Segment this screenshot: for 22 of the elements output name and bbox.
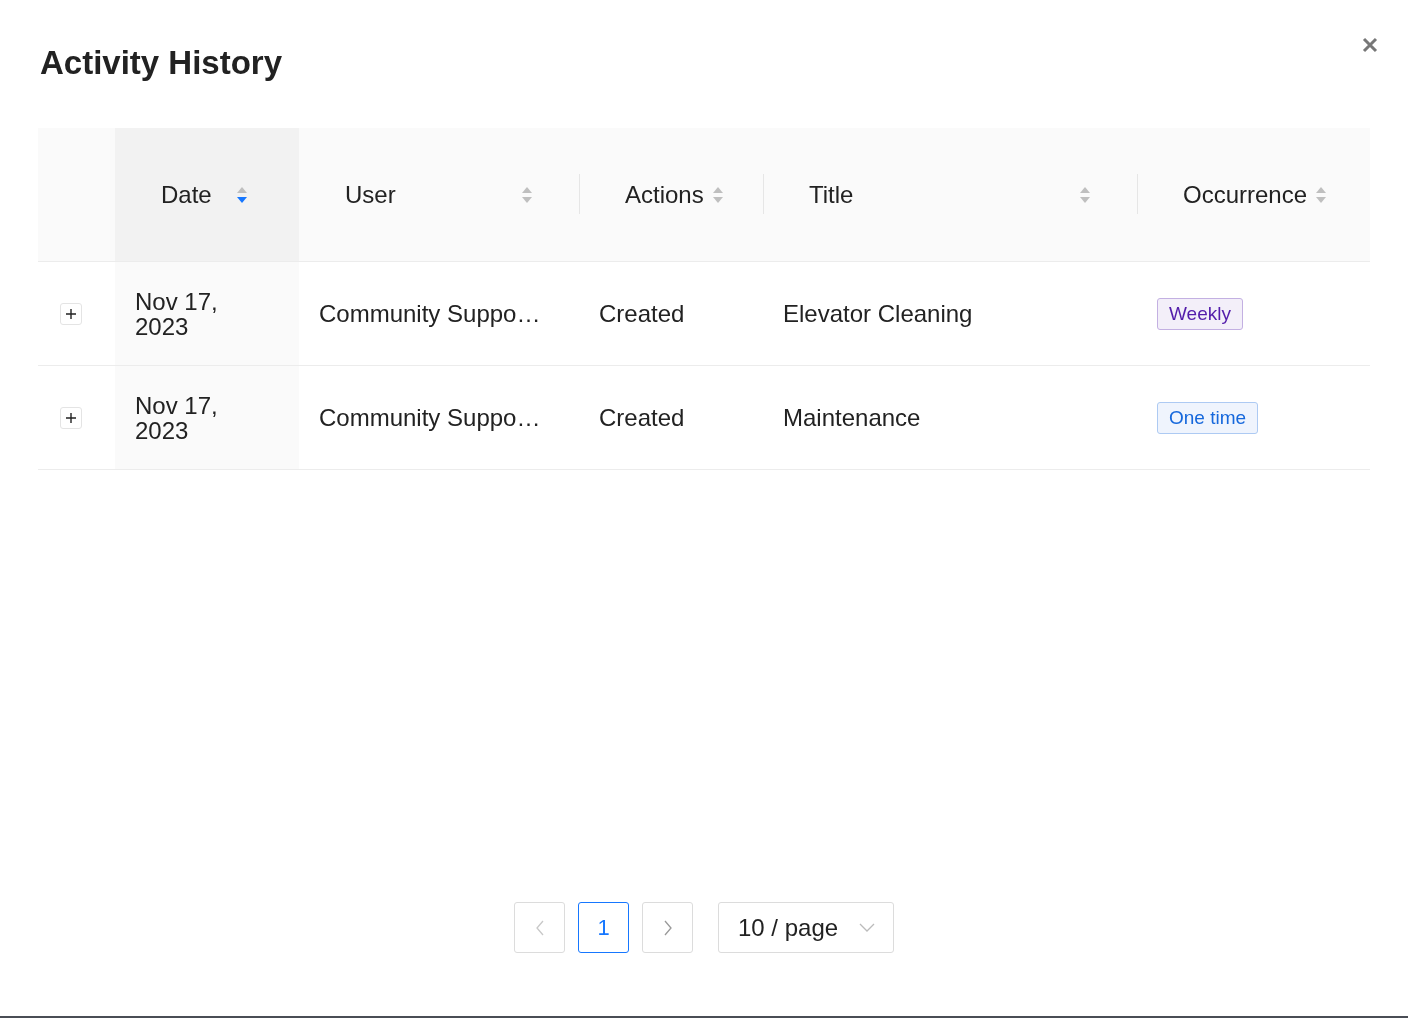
close-button[interactable] — [1362, 37, 1378, 53]
table-cell-text: Nov 17, 2023 — [135, 288, 219, 339]
table-cell: Maintenance — [783, 403, 921, 431]
occurrence-tag: One time — [1157, 401, 1259, 434]
chevron-left-icon — [534, 919, 545, 936]
expand-button[interactable] — [60, 406, 82, 429]
dialog-title: Activity History — [40, 44, 283, 82]
chevron-right-icon — [662, 919, 673, 936]
page-size-select[interactable]: 10 / page — [718, 902, 894, 953]
occurrence-tag: Weekly — [1157, 297, 1243, 330]
expand-button[interactable] — [60, 302, 82, 325]
table-cell: Community Suppo… — [319, 403, 541, 431]
table-cell: Community Suppo… — [319, 299, 541, 327]
table-cell: Created — [599, 403, 685, 431]
table-cell: Elevator Cleaning — [783, 299, 973, 327]
table-cell-text: Nov 17, 2023 — [135, 392, 219, 443]
table-cell: Created — [599, 299, 685, 327]
plus-icon — [65, 307, 77, 320]
page-button[interactable]: 1 — [578, 902, 629, 953]
chevron-down-icon — [859, 922, 875, 933]
close-icon — [1362, 37, 1378, 53]
plus-icon — [65, 411, 77, 424]
